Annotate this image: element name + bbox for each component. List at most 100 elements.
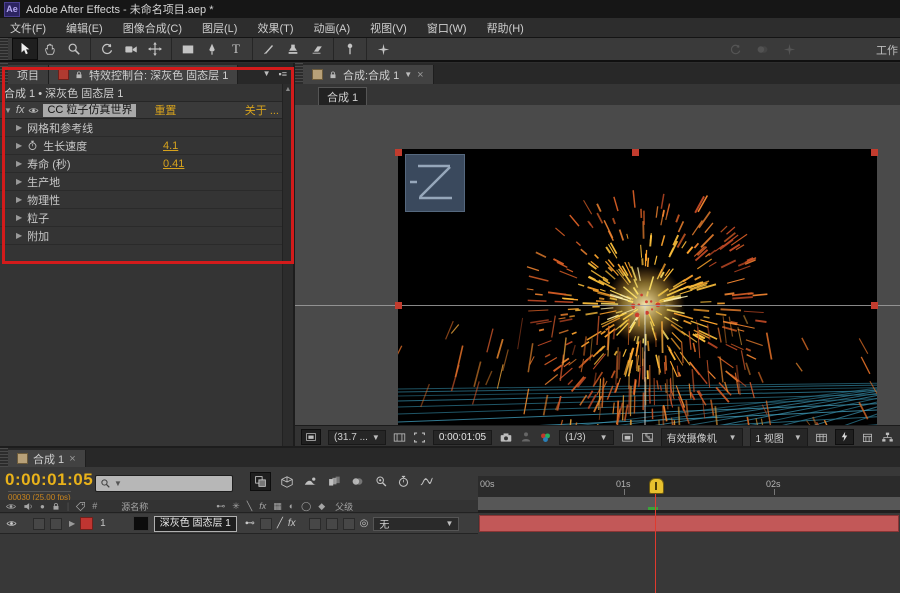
layer-fx-switch[interactable]: fx <box>288 518 296 529</box>
effect-property-row[interactable]: ▶ 生产地 <box>0 173 293 191</box>
effect-enabled-eye-icon[interactable] <box>28 105 39 116</box>
playhead-marker[interactable] <box>649 478 664 494</box>
zoom-level-dropdown[interactable]: (31.7 ... ▼ <box>328 430 386 445</box>
effect-property-row[interactable]: ▶ 附加 <box>0 227 293 245</box>
viewer-pasteboard[interactable] <box>295 105 900 425</box>
stopwatch-icon[interactable] <box>27 140 38 151</box>
flowchart-icon[interactable] <box>881 431 894 444</box>
frame-blend-switch-icon[interactable]: ▦ <box>273 501 282 512</box>
tab-chevron-icon[interactable]: ▼ <box>263 69 271 79</box>
layer-switch-box[interactable] <box>343 518 355 530</box>
comp-mini-flowchart-icon[interactable] <box>250 472 271 491</box>
panel-menu-icon[interactable]: ▪≡ <box>279 69 287 79</box>
fx-switch-icon[interactable]: fx <box>259 501 266 511</box>
current-timecode[interactable]: 0:00:01:05 <box>5 470 93 490</box>
layer-handle[interactable] <box>871 149 878 156</box>
layer-parent-dropdown[interactable]: 无 ▼ <box>373 517 459 531</box>
lock-column-icon[interactable] <box>51 501 61 512</box>
tab-project[interactable]: 项目 <box>8 65 49 84</box>
camera-tool-button[interactable] <box>119 39 143 59</box>
layer-visibility-eye-icon[interactable] <box>5 518 18 529</box>
rectangle-tool-button[interactable] <box>176 39 200 59</box>
layer-duration-bar[interactable] <box>479 515 899 532</box>
lock-icon[interactable] <box>74 70 84 80</box>
layer-label-color-chip[interactable] <box>80 517 93 530</box>
panel-grip[interactable] <box>295 63 303 84</box>
eraser-tool-button[interactable] <box>305 39 329 59</box>
viewer-timecode[interactable]: 0:00:01:05 <box>433 430 492 445</box>
collapse-triangle-icon[interactable]: ▼ <box>4 106 12 115</box>
menu-help[interactable]: 帮助(H) <box>487 20 524 36</box>
layer-row[interactable]: ▶ 1 深灰色 固态层 1 ⊷ ╱ fx ◎ 无 ▼ <box>0 514 478 534</box>
expand-triangle-icon[interactable]: ▶ <box>16 123 22 132</box>
title-bar[interactable]: Ae Adobe After Effects - 未命名项目.aep * <box>0 0 900 18</box>
motion-blur-icon[interactable] <box>350 475 365 488</box>
expand-triangle-icon[interactable]: ▶ <box>16 231 22 240</box>
panel-grip[interactable] <box>0 38 8 60</box>
pen-tool-button[interactable] <box>200 39 224 59</box>
position-switch-icon[interactable]: ⊷ <box>216 501 225 512</box>
menu-layer[interactable]: 图层(L) <box>202 20 237 36</box>
resolution-dropdown[interactable]: (1/3) ▼ <box>559 430 613 445</box>
rotation-tool-button[interactable] <box>95 39 119 59</box>
panel-grip[interactable] <box>0 448 8 467</box>
layer-handle[interactable] <box>871 302 878 309</box>
menu-view[interactable]: 视图(V) <box>370 20 407 36</box>
camera-view-dropdown[interactable]: 有效摄像机 ▼ <box>661 428 743 447</box>
timeline-icon[interactable] <box>861 431 874 444</box>
threed-switch-icon[interactable]: ◆ <box>318 501 325 512</box>
motion-sketch-tool-button[interactable] <box>371 39 395 59</box>
safe-margins-icon[interactable] <box>393 431 406 444</box>
parent-column-label[interactable]: 父级 <box>335 500 353 513</box>
effect-property-row[interactable]: ▶ 生长速度 4.1 <box>0 137 293 155</box>
close-icon[interactable]: × <box>69 453 75 465</box>
layer-switch-box[interactable] <box>260 518 272 530</box>
effect-property-row[interactable]: ▶ 网格和参考线 <box>0 119 293 137</box>
graph-editor-icon[interactable] <box>419 475 434 488</box>
layer-switch-box[interactable] <box>309 518 321 530</box>
panel-grip[interactable] <box>0 63 8 84</box>
work-area-bar[interactable] <box>478 497 900 513</box>
audio-column-speaker-icon[interactable] <box>23 501 34 512</box>
zoom-tool-button[interactable] <box>62 39 86 59</box>
video-column-eye-icon[interactable] <box>5 501 17 512</box>
show-channels-icon[interactable] <box>539 431 552 444</box>
solo-column-icon[interactable]: ● <box>40 502 45 511</box>
tab-composition-viewer[interactable]: 合成:合成 1 ▼ × <box>303 65 434 84</box>
auto-keyframe-icon[interactable] <box>397 475 410 488</box>
property-value[interactable]: 4.1 <box>163 140 178 152</box>
layer-handle[interactable] <box>395 149 402 156</box>
lock-icon[interactable] <box>328 70 338 80</box>
effect-property-row[interactable]: ▶ 寿命 (秒) 0.41 <box>0 155 293 173</box>
motion-blur-switch-icon[interactable]: ◐ <box>289 501 294 511</box>
layer-lock-toggle[interactable] <box>50 518 62 530</box>
frame-blending-icon[interactable] <box>327 475 341 488</box>
mask-switch-icon[interactable]: ╲ <box>247 501 252 512</box>
about-button[interactable]: 关于 ... <box>245 102 279 118</box>
tab-timeline-comp[interactable]: 合成 1 × <box>8 450 86 467</box>
comp-selector-button[interactable]: 合成 1 <box>318 87 367 107</box>
number-column-icon[interactable]: # <box>92 501 97 511</box>
brush-tool-button[interactable] <box>257 39 281 59</box>
search-input[interactable]: ▼ <box>95 475 233 492</box>
menu-edit[interactable]: 编辑(E) <box>66 20 103 36</box>
layer-switch-box[interactable] <box>326 518 338 530</box>
menu-composition[interactable]: 图像合成(C) <box>123 20 182 36</box>
menu-file[interactable]: 文件(F) <box>10 20 46 36</box>
workspace-label[interactable]: 工作 <box>876 42 900 58</box>
composition-frame[interactable] <box>398 149 877 425</box>
effect-header-row[interactable]: ▼ fx CC 粒子仿真世界 重置 关于 ... <box>0 102 293 119</box>
solo-switch-icon[interactable]: ✳ <box>232 501 240 512</box>
expand-triangle-icon[interactable]: ▶ <box>16 159 22 168</box>
layer-audio-toggle[interactable] <box>33 518 45 530</box>
effect-property-row[interactable]: ▶ 物理性 <box>0 191 293 209</box>
time-ruler[interactable]: 00s 01s 02s <box>478 476 900 498</box>
effect-name[interactable]: CC 粒子仿真世界 <box>43 104 136 117</box>
reset-button[interactable]: 重置 <box>154 102 176 118</box>
effect-property-row[interactable]: ▶ 粒子 <box>0 209 293 227</box>
grid-guides-icon[interactable] <box>815 431 828 444</box>
label-column-tag-icon[interactable] <box>75 501 86 512</box>
clone-stamp-tool-button[interactable] <box>281 39 305 59</box>
layer-position-switch[interactable]: ⊷ <box>245 518 255 529</box>
region-of-interest-icon[interactable] <box>413 431 426 444</box>
